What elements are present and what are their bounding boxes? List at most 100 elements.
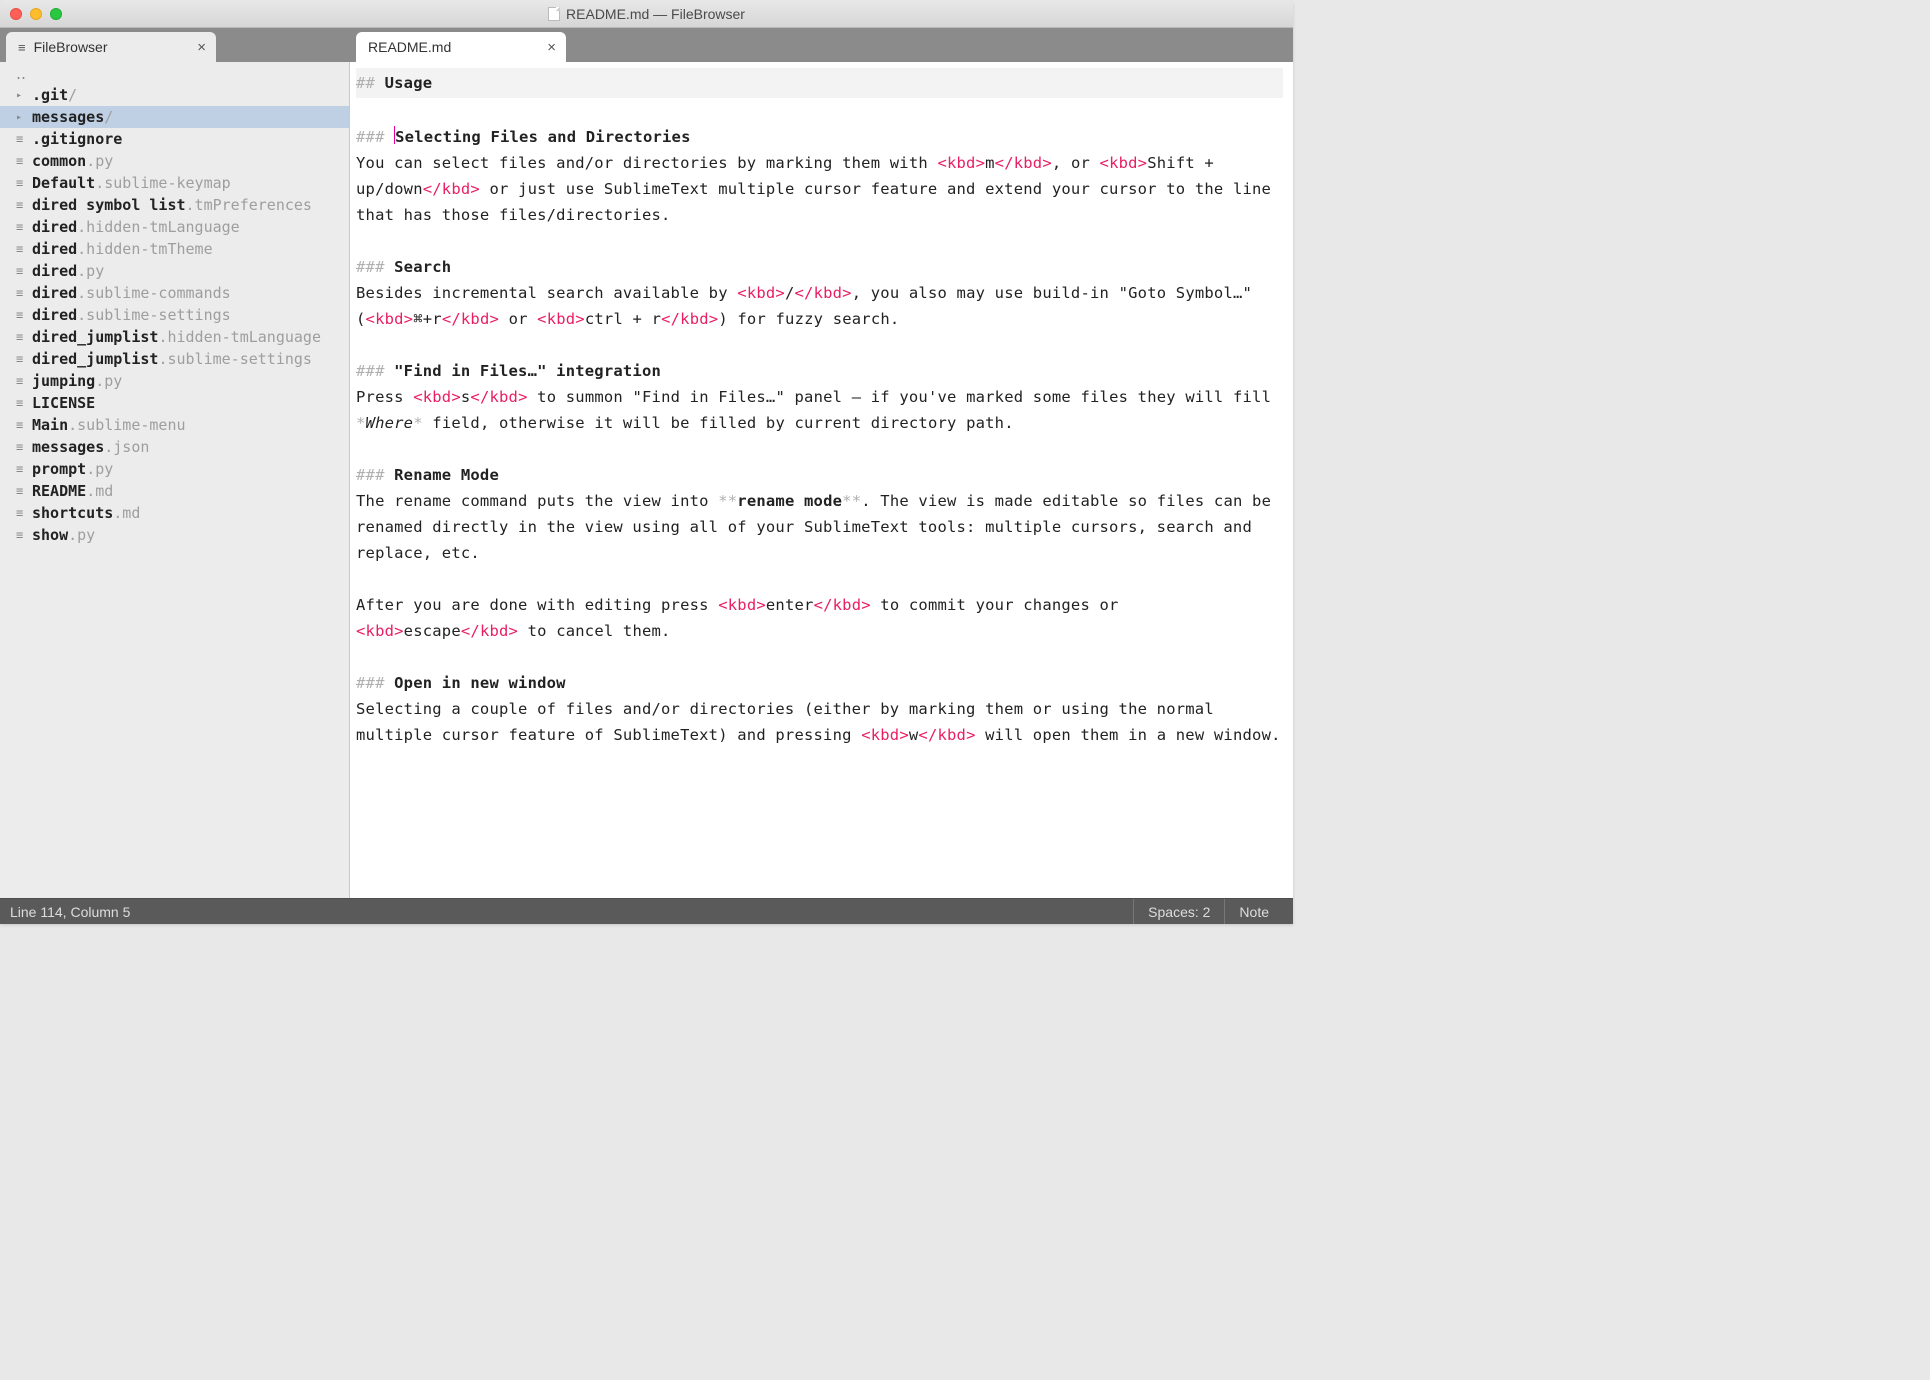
file-glyph-icon: ≡ <box>16 418 32 432</box>
file-name: Default <box>32 174 95 192</box>
file-row[interactable]: ≡dired.sublime-settings <box>0 304 349 326</box>
folder-triangle-icon: ▸ <box>16 90 32 101</box>
folder-triangle-icon: ▸ <box>16 112 32 123</box>
file-row[interactable]: ≡dired.hidden-tmTheme <box>0 238 349 260</box>
file-row[interactable]: ≡dired_jumplist.sublime-settings <box>0 348 349 370</box>
file-extension: .py <box>77 262 104 280</box>
file-row[interactable]: ≡README.md <box>0 480 349 502</box>
file-row[interactable]: ≡jumping.py <box>0 370 349 392</box>
body-text: to cancel them. <box>518 622 671 640</box>
file-extension: / <box>104 108 113 126</box>
file-row[interactable]: ≡messages.json <box>0 436 349 458</box>
file-extension: .json <box>104 438 149 456</box>
file-glyph-icon: ≡ <box>16 308 32 322</box>
file-row[interactable]: ≡LICENSE <box>0 392 349 414</box>
file-extension: .py <box>95 372 122 390</box>
file-name: show <box>32 526 68 544</box>
body-text: Press <box>356 388 413 406</box>
heading-selecting: Selecting Files and Directories <box>395 128 691 146</box>
kbd-key: m <box>985 154 995 172</box>
file-glyph-icon: ≡ <box>16 374 32 388</box>
file-row[interactable]: ≡dired_jumplist.hidden-tmLanguage <box>0 326 349 348</box>
syntax-setting[interactable]: Note <box>1224 899 1283 924</box>
file-extension: .sublime-keymap <box>95 174 230 192</box>
close-icon[interactable] <box>10 8 22 20</box>
file-row[interactable]: ≡dired.sublime-commands <box>0 282 349 304</box>
file-glyph-icon: ≡ <box>16 440 32 454</box>
emphasis-text: Where <box>366 414 414 432</box>
body-text: After you are done with editing press <box>356 596 718 614</box>
file-name: messages <box>32 438 104 456</box>
kbd-tag: <kbd> <box>861 726 909 744</box>
body-text: Besides incremental search available by <box>356 284 737 302</box>
file-row[interactable]: ≡.gitignore <box>0 128 349 150</box>
file-name: dired <box>32 284 77 302</box>
tab-label: FileBrowser <box>34 39 108 55</box>
file-name: common <box>32 152 86 170</box>
file-name: dired <box>32 218 77 236</box>
file-glyph-icon: ≡ <box>16 352 32 366</box>
file-browser-sidebar[interactable]: ‥ ▸.git/▸messages/≡.gitignore≡common.py≡… <box>0 62 350 898</box>
file-name: dired <box>32 306 77 324</box>
kbd-tag: </kbd> <box>423 180 480 198</box>
file-row[interactable]: ≡Main.sublime-menu <box>0 414 349 436</box>
file-extension: .py <box>86 152 113 170</box>
file-row[interactable]: ≡dired.hidden-tmLanguage <box>0 216 349 238</box>
file-name: prompt <box>32 460 86 478</box>
markdown-star: ** <box>718 492 737 510</box>
tab-readme[interactable]: README.md × <box>356 32 566 62</box>
kbd-tag: </kbd> <box>461 622 518 640</box>
editor-area[interactable]: ## Usage ### Selecting Files and Directo… <box>350 62 1293 898</box>
file-row[interactable]: ▸messages/ <box>0 106 349 128</box>
file-extension: / <box>68 86 77 104</box>
close-tab-icon[interactable]: × <box>197 39 206 56</box>
markdown-star: ** <box>842 492 861 510</box>
cursor-position[interactable]: Line 114, Column 5 <box>10 904 1133 920</box>
file-glyph-icon: ≡ <box>16 506 32 520</box>
tab-filebrowser[interactable]: ≡ FileBrowser × <box>6 32 216 62</box>
kbd-tag: </kbd> <box>918 726 975 744</box>
file-extension: .md <box>86 482 113 500</box>
kbd-tag: </kbd> <box>814 596 871 614</box>
maximize-icon[interactable] <box>50 8 62 20</box>
body-text: will open them in a new window. <box>976 726 1281 744</box>
file-row[interactable]: ≡dired.py <box>0 260 349 282</box>
kbd-tag: <kbd> <box>737 284 785 302</box>
file-extension: .sublime-settings <box>77 306 231 324</box>
file-name: shortcuts <box>32 504 113 522</box>
kbd-key: ctrl + r <box>585 310 661 328</box>
close-tab-icon[interactable]: × <box>547 39 556 56</box>
file-row[interactable]: ≡prompt.py <box>0 458 349 480</box>
file-glyph-icon: ≡ <box>16 176 32 190</box>
file-glyph-icon: ≡ <box>16 264 32 278</box>
indentation-setting[interactable]: Spaces: 2 <box>1133 899 1224 924</box>
file-row[interactable]: ≡shortcuts.md <box>0 502 349 524</box>
minimize-icon[interactable] <box>30 8 42 20</box>
file-row[interactable]: ≡common.py <box>0 150 349 172</box>
body-text: The rename command puts the view into <box>356 492 718 510</box>
body-text: , or <box>1052 154 1100 172</box>
kbd-tag: <kbd> <box>718 596 766 614</box>
file-extension: .sublime-commands <box>77 284 231 302</box>
file-row[interactable]: ▸.git/ <box>0 84 349 106</box>
kbd-key: / <box>785 284 795 302</box>
file-glyph-icon: ≡ <box>16 154 32 168</box>
kbd-tag: <kbd> <box>537 310 585 328</box>
body-text: ) for fuzzy search. <box>718 310 899 328</box>
file-extension: .hidden-tmLanguage <box>77 218 240 236</box>
file-extension: .md <box>113 504 140 522</box>
kbd-tag: </kbd> <box>442 310 499 328</box>
parent-dir-row[interactable]: ‥ <box>0 64 349 84</box>
file-row[interactable]: ≡show.py <box>0 524 349 546</box>
file-row[interactable]: ≡Default.sublime-keymap <box>0 172 349 194</box>
file-extension: .py <box>68 526 95 544</box>
file-name: .gitignore <box>32 130 122 148</box>
file-extension: .hidden-tmTheme <box>77 240 212 258</box>
file-name: dired_jumplist <box>32 350 158 368</box>
body-text: You can select files and/or directories … <box>356 154 937 172</box>
file-name: LICENSE <box>32 394 95 412</box>
file-row[interactable]: ≡dired symbol list.tmPreferences <box>0 194 349 216</box>
heading-search: Search <box>394 258 451 276</box>
markdown-hash: ### <box>356 258 394 276</box>
kbd-tag: </kbd> <box>661 310 718 328</box>
